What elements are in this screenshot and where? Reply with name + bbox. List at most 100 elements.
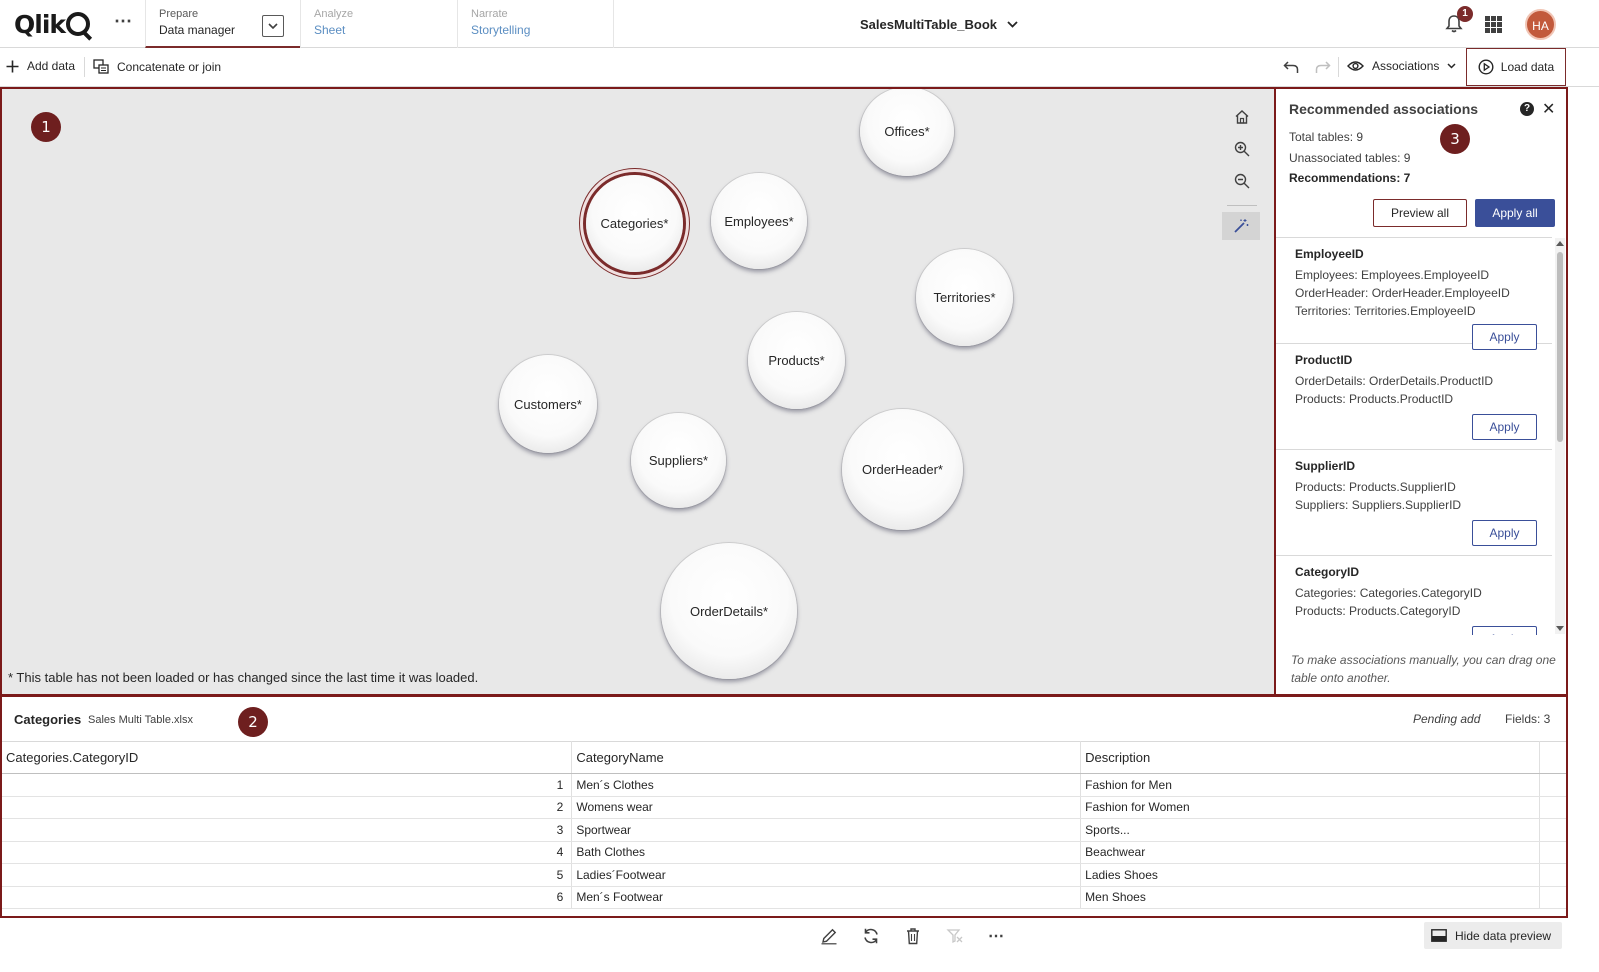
association-canvas[interactable]: 1 Offices* Categories* Employees* Territ…: [0, 87, 1275, 696]
field-count: Fields: 3: [1505, 712, 1551, 726]
table-bubble-label: Territories*: [933, 290, 996, 305]
app-title-dropdown[interactable]: SalesMultiTable_Book: [860, 17, 1018, 32]
scroll-up-icon[interactable]: [1556, 241, 1564, 246]
table-bubble-products[interactable]: Products*: [748, 312, 845, 409]
column-header[interactable]: CategoryName: [571, 741, 1082, 774]
redo-icon[interactable]: [1315, 59, 1331, 75]
table-cell: Men´s Clothes: [571, 773, 1082, 797]
more-menu-icon[interactable]: ⋯: [112, 12, 134, 34]
scroll-down-icon[interactable]: [1556, 626, 1564, 631]
preview-all-button[interactable]: Preview all: [1373, 199, 1467, 227]
table-bubble-label: OrderHeader*: [862, 462, 943, 477]
table-cell: Ladies´Footwear: [571, 863, 1082, 887]
table-bubble-categories[interactable]: Categories*: [586, 175, 683, 272]
hide-data-preview-button[interactable]: Hide data preview: [1424, 922, 1562, 949]
table-cell: Ladies Shoes: [1080, 863, 1540, 887]
table-bubble-offices[interactable]: Offices*: [860, 89, 954, 176]
panel-title: Recommended associations: [1289, 101, 1479, 117]
add-data-label: Add data: [27, 59, 76, 73]
recommendation-card-categoryid: CategoryID Categories: Categories.Catego…: [1276, 556, 1552, 635]
scroll-thumb[interactable]: [1557, 252, 1563, 442]
tab-analyze[interactable]: Analyze Sheet: [300, 0, 457, 48]
load-data-button[interactable]: Load data: [1466, 48, 1566, 86]
recommended-associations-toggle[interactable]: [1222, 212, 1260, 240]
recommendation-field: ProductID: [1295, 353, 1353, 367]
tab-narrate-small: Narrate: [471, 8, 508, 20]
table-bubble-orderdetails[interactable]: OrderDetails*: [661, 543, 797, 679]
table-bubble-customers[interactable]: Customers*: [499, 355, 597, 453]
logo-text: Qlik: [14, 9, 66, 39]
refresh-table-button[interactable]: [861, 926, 881, 946]
tab-narrate[interactable]: Narrate Storytelling: [457, 0, 614, 48]
table-cell: 4: [2, 841, 573, 864]
column-header[interactable]: Description: [1080, 741, 1540, 774]
home-icon: [1235, 110, 1249, 124]
chevron-down-icon: [268, 23, 278, 29]
concatenate-icon: [93, 59, 109, 74]
column-header-spacer: [1539, 741, 1566, 774]
chevron-down-icon: [1447, 63, 1456, 69]
zoom-in-button[interactable]: [1222, 133, 1262, 165]
recommendation-card-supplierid: SupplierID Products: Products.SupplierID…: [1276, 450, 1552, 556]
zoom-out-button[interactable]: [1222, 165, 1262, 197]
notification-badge: 1: [1457, 6, 1473, 22]
preview-file-name: Sales Multi Table.xlsx: [88, 714, 193, 726]
apply-button[interactable]: Apply: [1472, 520, 1537, 546]
more-options-icon[interactable]: ⋯: [986, 926, 1006, 946]
table-bubble-employees[interactable]: Employees*: [711, 173, 807, 269]
recommendation-line: Products: Products.SupplierID: [1295, 480, 1456, 494]
app-header: Qlik ⋯ Prepare Data manager Analyze Shee…: [0, 0, 1599, 48]
recommendation-line: Categories: Categories.CategoryID: [1295, 586, 1482, 600]
recommendations-stat: Recommendations: 7: [1289, 171, 1411, 185]
edit-table-button[interactable]: [819, 926, 839, 946]
hide-data-preview-label: Hide data preview: [1455, 928, 1552, 943]
delete-table-button[interactable]: [903, 926, 923, 946]
recommendation-scrollbar[interactable]: [1555, 238, 1565, 634]
home-view-button[interactable]: [1222, 101, 1262, 133]
help-icon[interactable]: ?: [1520, 102, 1534, 116]
column-header[interactable]: Categories.CategoryID: [2, 741, 573, 774]
recommendation-line: OrderDetails: OrderDetails.ProductID: [1295, 374, 1494, 388]
clear-filter-button[interactable]: [945, 926, 965, 946]
recommendation-line: Territories: Territories.EmployeeID: [1295, 304, 1476, 318]
table-cell: Men´s Footwear: [571, 886, 1082, 909]
table-cell: Fashion for Women: [1080, 796, 1540, 819]
table-bubble-suppliers[interactable]: Suppliers*: [631, 413, 726, 508]
table-header-row: Categories.CategoryID CategoryName Descr…: [2, 741, 1566, 774]
user-avatar[interactable]: HA: [1525, 9, 1556, 40]
preview-table-name: Categories: [14, 712, 82, 727]
play-circle-icon: [1478, 59, 1494, 75]
tools-divider: [1227, 205, 1257, 206]
tab-narrate-label: Storytelling: [471, 23, 531, 37]
pending-status: Pending add: [1413, 712, 1481, 726]
table-bubble-label: OrderDetails*: [689, 603, 769, 619]
recommendation-field: CategoryID: [1295, 565, 1360, 579]
recommendation-line: Products: Products.ProductID: [1295, 392, 1454, 406]
associations-view-dropdown[interactable]: Associations: [1347, 59, 1456, 73]
table-row: 4 Bath Clothes Beachwear: [2, 841, 1566, 864]
plus-icon: [6, 60, 19, 72]
associations-label: Associations: [1372, 59, 1440, 73]
add-data-button[interactable]: Add data: [6, 59, 75, 73]
concatenate-join-button[interactable]: Concatenate or join: [93, 59, 221, 74]
apply-all-button[interactable]: Apply all: [1475, 199, 1555, 227]
recommendation-field: SupplierID: [1295, 459, 1356, 473]
callout-marker-3: 3: [1440, 124, 1470, 154]
prepare-dropdown-button[interactable]: [262, 15, 284, 37]
table-cell: Fashion for Men: [1080, 773, 1540, 797]
undo-icon[interactable]: [1283, 59, 1299, 75]
apply-button[interactable]: Apply: [1472, 626, 1537, 635]
close-icon[interactable]: ✕: [1542, 99, 1555, 119]
table-row: 5 Ladies´Footwear Ladies Shoes: [2, 863, 1566, 887]
chevron-down-icon: [1007, 21, 1018, 28]
apply-button[interactable]: Apply: [1472, 414, 1537, 440]
data-preview-panel: Categories Sales Multi Table.xlsx 2 Pend…: [0, 696, 1568, 918]
table-bubble-orderheader[interactable]: OrderHeader*: [842, 409, 963, 530]
table-bubble-label: Employees*: [724, 213, 794, 229]
qlik-logo[interactable]: Qlik: [14, 9, 91, 39]
app-title: SalesMultiTable_Book: [860, 17, 998, 32]
table-bubble-territories[interactable]: Territories*: [916, 249, 1013, 346]
preview-table: Categories.CategoryID CategoryName Descr…: [2, 741, 1566, 909]
table-cell: Men Shoes: [1080, 886, 1540, 909]
app-grid-icon[interactable]: [1485, 16, 1502, 33]
